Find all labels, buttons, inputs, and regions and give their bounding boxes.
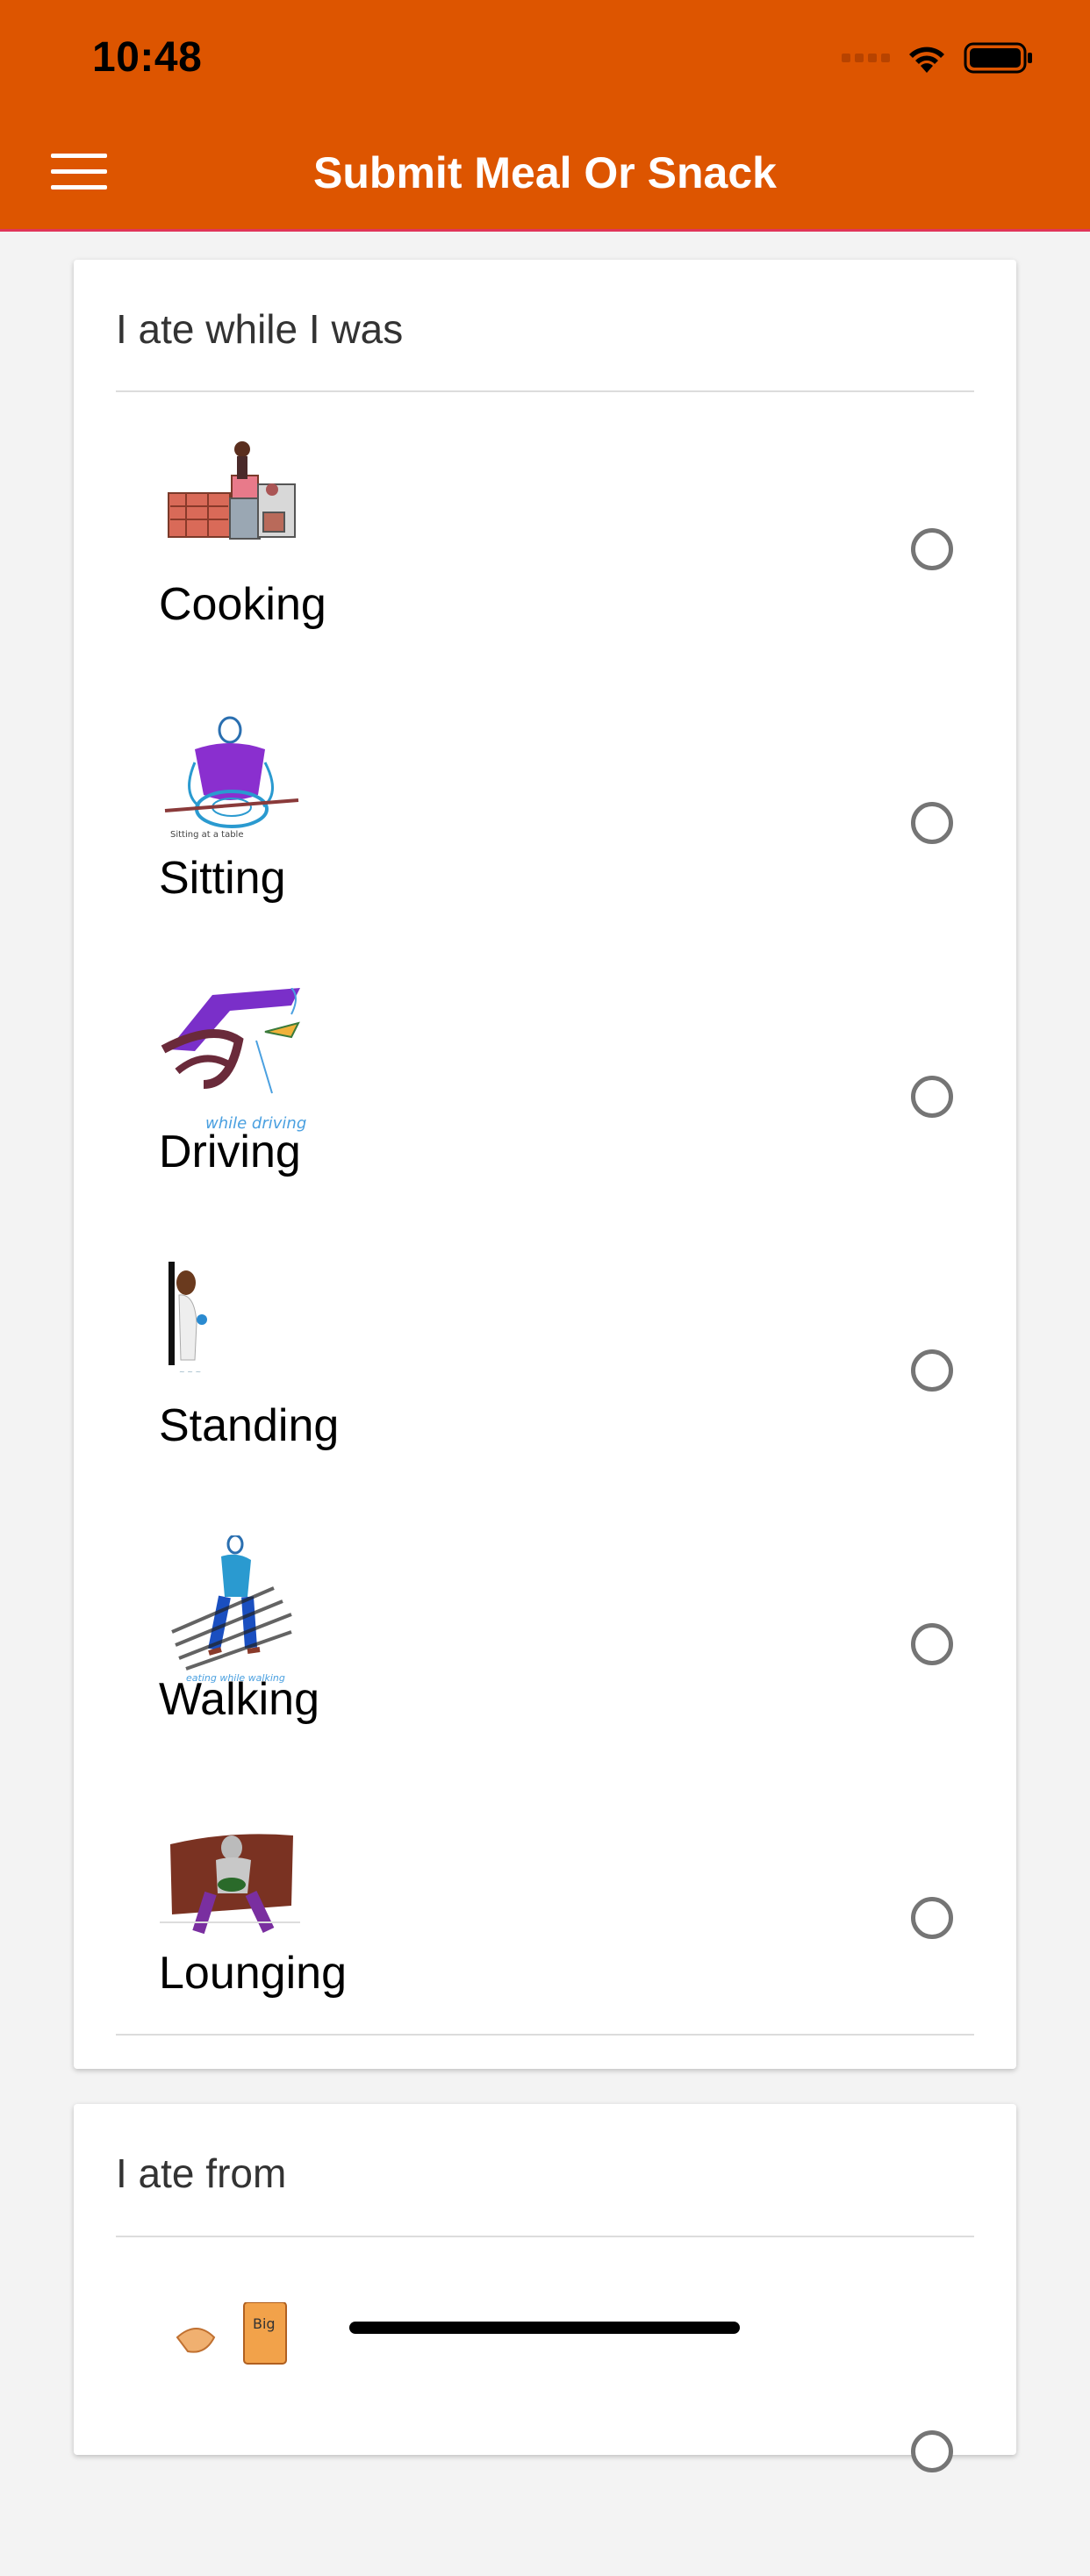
option-label: Driving (159, 1127, 301, 1177)
cooking-illustration (168, 441, 296, 540)
source-illustration: Big (176, 2302, 287, 2365)
source-illustration-caption: Big (253, 2315, 276, 2332)
option-label: Standing (159, 1400, 340, 1451)
sitting-illustration: Sitting at a table (164, 716, 299, 840)
source-card-title: I ate from (116, 2150, 287, 2196)
option-sitting[interactable]: Sitting at a table Sitting (74, 714, 1016, 988)
wifi-icon (906, 41, 948, 75)
radio-unselected-icon[interactable] (911, 528, 953, 570)
divider (116, 390, 974, 392)
status-time: 10:48 (92, 34, 203, 81)
standing-illustration: ~ ~ ~ (169, 1262, 207, 1376)
home-indicator[interactable] (349, 2322, 740, 2334)
option-label: Lounging (159, 1948, 347, 1999)
activity-card-title: I ate while I was (116, 306, 404, 352)
activity-card: I ate while I was Cooking Sitting at a t… (74, 260, 1016, 2069)
app-header: 10:48 Submit Meal Or Snack (0, 0, 1090, 232)
signal-icon (842, 54, 890, 62)
radio-unselected-icon[interactable] (911, 1897, 953, 1939)
option-driving[interactable]: while driving Driving (74, 988, 1016, 1262)
option-label: Walking (159, 1674, 320, 1725)
svg-text:~ ~ ~: ~ ~ ~ (179, 1368, 201, 1376)
radio-unselected-icon[interactable] (911, 1076, 953, 1118)
divider (116, 2236, 974, 2237)
driving-illustration: while driving (161, 988, 306, 1133)
radio-unselected-icon[interactable] (911, 1349, 953, 1392)
radio-unselected-icon[interactable] (911, 802, 953, 844)
radio-unselected-icon[interactable] (911, 1623, 953, 1665)
option-standing[interactable]: ~ ~ ~ Standing (74, 1262, 1016, 1535)
walking-illustration: eating while walking (171, 1535, 292, 1684)
lounging-illustration (160, 1834, 300, 1935)
radio-unselected-icon[interactable] (911, 2430, 953, 2472)
option-cooking[interactable]: Cooking (74, 440, 1016, 714)
option-lounging[interactable]: Lounging (74, 1809, 1016, 2083)
battery-icon (964, 41, 1034, 75)
option-walking[interactable]: eating while walking Walking (74, 1535, 1016, 1809)
status-icons (842, 40, 1034, 75)
page-title: Submit Meal Or Snack (313, 148, 777, 197)
source-card: I ate from Big (74, 2104, 1016, 2472)
option-label: Cooking (159, 579, 326, 630)
option-label: Sitting (159, 853, 286, 904)
divider (116, 2034, 974, 2036)
option-source-1[interactable]: Big (74, 2302, 1016, 2576)
sitting-illustration-caption: Sitting at a table (170, 830, 243, 840)
